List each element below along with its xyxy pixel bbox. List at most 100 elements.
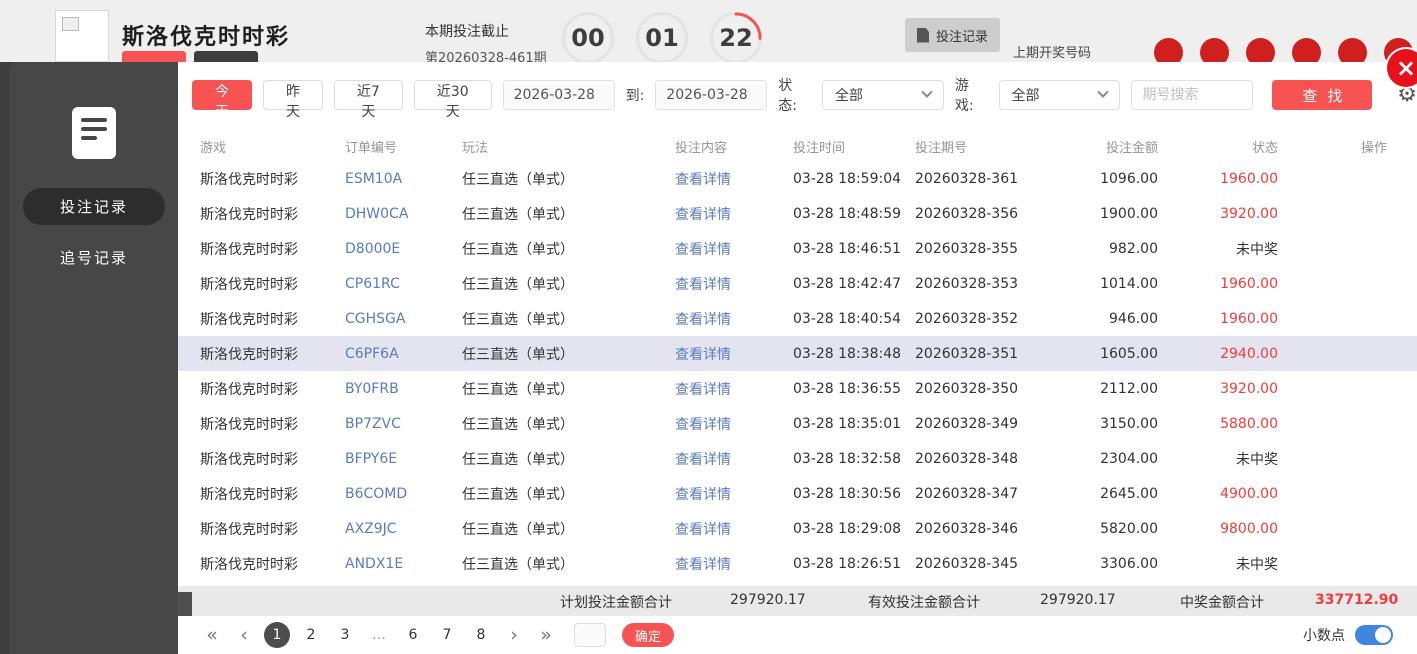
view-detail-link[interactable]: 查看详情 xyxy=(675,379,793,399)
table-row[interactable]: 斯洛伐克时时彩C6PF6A任三直选（单式）查看详情03-28 18:38:482… xyxy=(178,336,1417,371)
page-number-button[interactable]: 1 xyxy=(264,622,290,648)
page-jump-input[interactable] xyxy=(574,623,606,647)
table-row[interactable]: 斯洛伐克时时彩CGHSGA任三直选（单式）查看详情03-28 18:40:542… xyxy=(178,301,1417,336)
period-search-input[interactable] xyxy=(1131,80,1253,110)
order-number-link[interactable]: B6COMD xyxy=(345,486,462,502)
table-row[interactable]: 斯洛伐克时时彩CP61RC任三直选（单式）查看详情03-28 18:42:472… xyxy=(178,266,1417,301)
order-number-link[interactable]: ANDX1E xyxy=(345,556,462,572)
page-number-button[interactable]: 7 xyxy=(434,622,460,648)
view-detail-link[interactable]: 查看详情 xyxy=(675,309,793,329)
filter-7days-button[interactable]: 近7天 xyxy=(334,80,403,110)
row-status: 未中奖 xyxy=(1158,449,1278,469)
row-bet-time: 03-28 18:35:01 xyxy=(793,416,915,432)
last-page-icon[interactable]: » xyxy=(534,626,558,645)
view-detail-link[interactable]: 查看详情 xyxy=(675,274,793,294)
order-number-link[interactable]: CP61RC xyxy=(345,276,462,292)
table-row[interactable]: 斯洛伐克时时彩ANDX1E任三直选（单式）查看详情03-28 18:26:512… xyxy=(178,546,1417,581)
decimal-toggle[interactable] xyxy=(1355,625,1393,645)
row-play-type: 任三直选（单式） xyxy=(462,554,675,574)
page-number-button[interactable]: 6 xyxy=(400,622,426,648)
sidebar-item-bet-records[interactable]: 投注记录 xyxy=(23,188,165,225)
view-detail-link[interactable]: 查看详情 xyxy=(675,239,793,259)
next-page-icon[interactable]: › xyxy=(502,626,526,645)
table-row[interactable]: 斯洛伐克时时彩AXZ9JC任三直选（单式）查看详情03-28 18:29:082… xyxy=(178,511,1417,546)
row-game-name: 斯洛伐克时时彩 xyxy=(200,449,345,469)
first-page-icon[interactable]: « xyxy=(200,626,224,645)
row-status: 1960.00 xyxy=(1158,276,1278,292)
column-header-time: 投注时间 xyxy=(793,137,915,156)
table-body: 斯洛伐克时时彩ESM10A任三直选（单式）查看详情03-28 18:59:042… xyxy=(178,161,1417,581)
row-bet-amount: 1605.00 xyxy=(1065,346,1158,362)
filter-30days-button[interactable]: 近30天 xyxy=(414,80,492,110)
table-row[interactable]: 斯洛伐克时时彩DHW0CA任三直选（单式）查看详情03-28 18:48:592… xyxy=(178,196,1417,231)
row-bet-period: 20260328-353 xyxy=(915,276,1065,292)
row-game-name: 斯洛伐克时时彩 xyxy=(200,239,345,259)
sidebar-item-chase-records[interactable]: 追号记录 xyxy=(23,239,165,276)
date-from-input[interactable] xyxy=(503,80,615,110)
row-bet-time: 03-28 18:30:56 xyxy=(793,486,915,502)
row-bet-period: 20260328-346 xyxy=(915,521,1065,537)
status-select[interactable]: 全部 xyxy=(822,80,944,110)
game-select[interactable]: 全部 xyxy=(999,80,1121,110)
order-number-link[interactable]: BFPY6E xyxy=(345,451,462,467)
order-number-link[interactable]: D8000E xyxy=(345,241,462,257)
page-number-button[interactable]: 2 xyxy=(298,622,324,648)
summary-bar: 计划投注金额合计 297920.17 有效投注金额合计 297920.17 中奖… xyxy=(178,586,1417,616)
row-bet-amount: 5820.00 xyxy=(1065,521,1158,537)
plan-total-label: 计划投注金额合计 xyxy=(560,592,672,612)
order-number-link[interactable]: CGHSGA xyxy=(345,311,462,327)
game-label: 游戏: xyxy=(955,75,988,115)
page-jump-confirm-button[interactable]: 确定 xyxy=(622,623,674,647)
bet-record-button-label: 投注记录 xyxy=(936,26,988,45)
row-bet-amount: 2112.00 xyxy=(1065,381,1158,397)
row-bet-time: 03-28 18:38:48 xyxy=(793,346,915,362)
filter-today-button[interactable]: 今天 xyxy=(192,80,252,110)
bet-record-button[interactable]: 投注记录 xyxy=(905,18,1000,52)
view-detail-link[interactable]: 查看详情 xyxy=(675,344,793,364)
table-row[interactable]: 斯洛伐克时时彩B6COMD任三直选（单式）查看详情03-28 18:30:562… xyxy=(178,476,1417,511)
order-number-link[interactable]: C6PF6A xyxy=(345,346,462,362)
page-header: 斯洛伐克时时彩 本期投注截止 第20260328-461期 000122 投注记… xyxy=(0,0,1417,62)
date-to-input[interactable] xyxy=(655,80,767,110)
bet-records-modal: 今天 昨天 近7天 近30天 到: 状态: 全部 游戏: 全部 查找 ⚙ 游戏 … xyxy=(178,62,1417,654)
prev-page-icon[interactable]: ‹ xyxy=(232,626,256,645)
column-header-status: 状态 xyxy=(1158,137,1278,156)
page-number-button[interactable]: 8 xyxy=(468,622,494,648)
row-game-name: 斯洛伐克时时彩 xyxy=(200,379,345,399)
table-row[interactable]: 斯洛伐克时时彩BP7ZVC任三直选（单式）查看详情03-28 18:35:012… xyxy=(178,406,1417,441)
page-number-button[interactable]: 3 xyxy=(332,622,358,648)
view-detail-link[interactable]: 查看详情 xyxy=(675,204,793,224)
table-row[interactable]: 斯洛伐克时时彩ESM10A任三直选（单式）查看详情03-28 18:59:042… xyxy=(178,161,1417,196)
close-icon[interactable]: × xyxy=(1387,49,1417,87)
countdown-circle: 01 xyxy=(636,12,688,64)
decimal-label: 小数点 xyxy=(1303,625,1345,645)
row-status: 4900.00 xyxy=(1158,486,1278,502)
deadline-block: 本期投注截止 第20260328-461期 xyxy=(425,21,547,66)
game-logo xyxy=(55,10,109,62)
filter-yesterday-button[interactable]: 昨天 xyxy=(263,80,323,110)
view-detail-link[interactable]: 查看详情 xyxy=(675,169,793,189)
table-row[interactable]: 斯洛伐克时时彩D8000E任三直选（单式）查看详情03-28 18:46:512… xyxy=(178,231,1417,266)
order-number-link[interactable]: BP7ZVC xyxy=(345,416,462,432)
order-number-link[interactable]: BY0FRB xyxy=(345,381,462,397)
table-row[interactable]: 斯洛伐克时时彩BFPY6E任三直选（单式）查看详情03-28 18:32:582… xyxy=(178,441,1417,476)
view-detail-link[interactable]: 查看详情 xyxy=(675,414,793,434)
order-number-link[interactable]: ESM10A xyxy=(345,171,462,187)
view-detail-link[interactable]: 查看详情 xyxy=(675,519,793,539)
search-button[interactable]: 查找 xyxy=(1272,80,1372,110)
pagination-bar: « ‹ 123…678 › » 确定 小数点 xyxy=(178,616,1417,654)
view-detail-link[interactable]: 查看详情 xyxy=(675,484,793,504)
view-detail-link[interactable]: 查看详情 xyxy=(675,449,793,469)
view-detail-link[interactable]: 查看详情 xyxy=(675,554,793,574)
row-game-name: 斯洛伐克时时彩 xyxy=(200,554,345,574)
column-header-order: 订单编号 xyxy=(345,137,462,156)
order-number-link[interactable]: AXZ9JC xyxy=(345,521,462,537)
settings-gear-icon[interactable]: ⚙ xyxy=(1397,84,1417,106)
row-status: 1960.00 xyxy=(1158,311,1278,327)
order-number-link[interactable]: DHW0CA xyxy=(345,206,462,222)
row-bet-time: 03-28 18:26:51 xyxy=(793,556,915,572)
chevron-down-icon xyxy=(1098,87,1109,98)
row-bet-time: 03-28 18:42:47 xyxy=(793,276,915,292)
table-row[interactable]: 斯洛伐克时时彩BY0FRB任三直选（单式）查看详情03-28 18:36:552… xyxy=(178,371,1417,406)
row-bet-time: 03-28 18:29:08 xyxy=(793,521,915,537)
